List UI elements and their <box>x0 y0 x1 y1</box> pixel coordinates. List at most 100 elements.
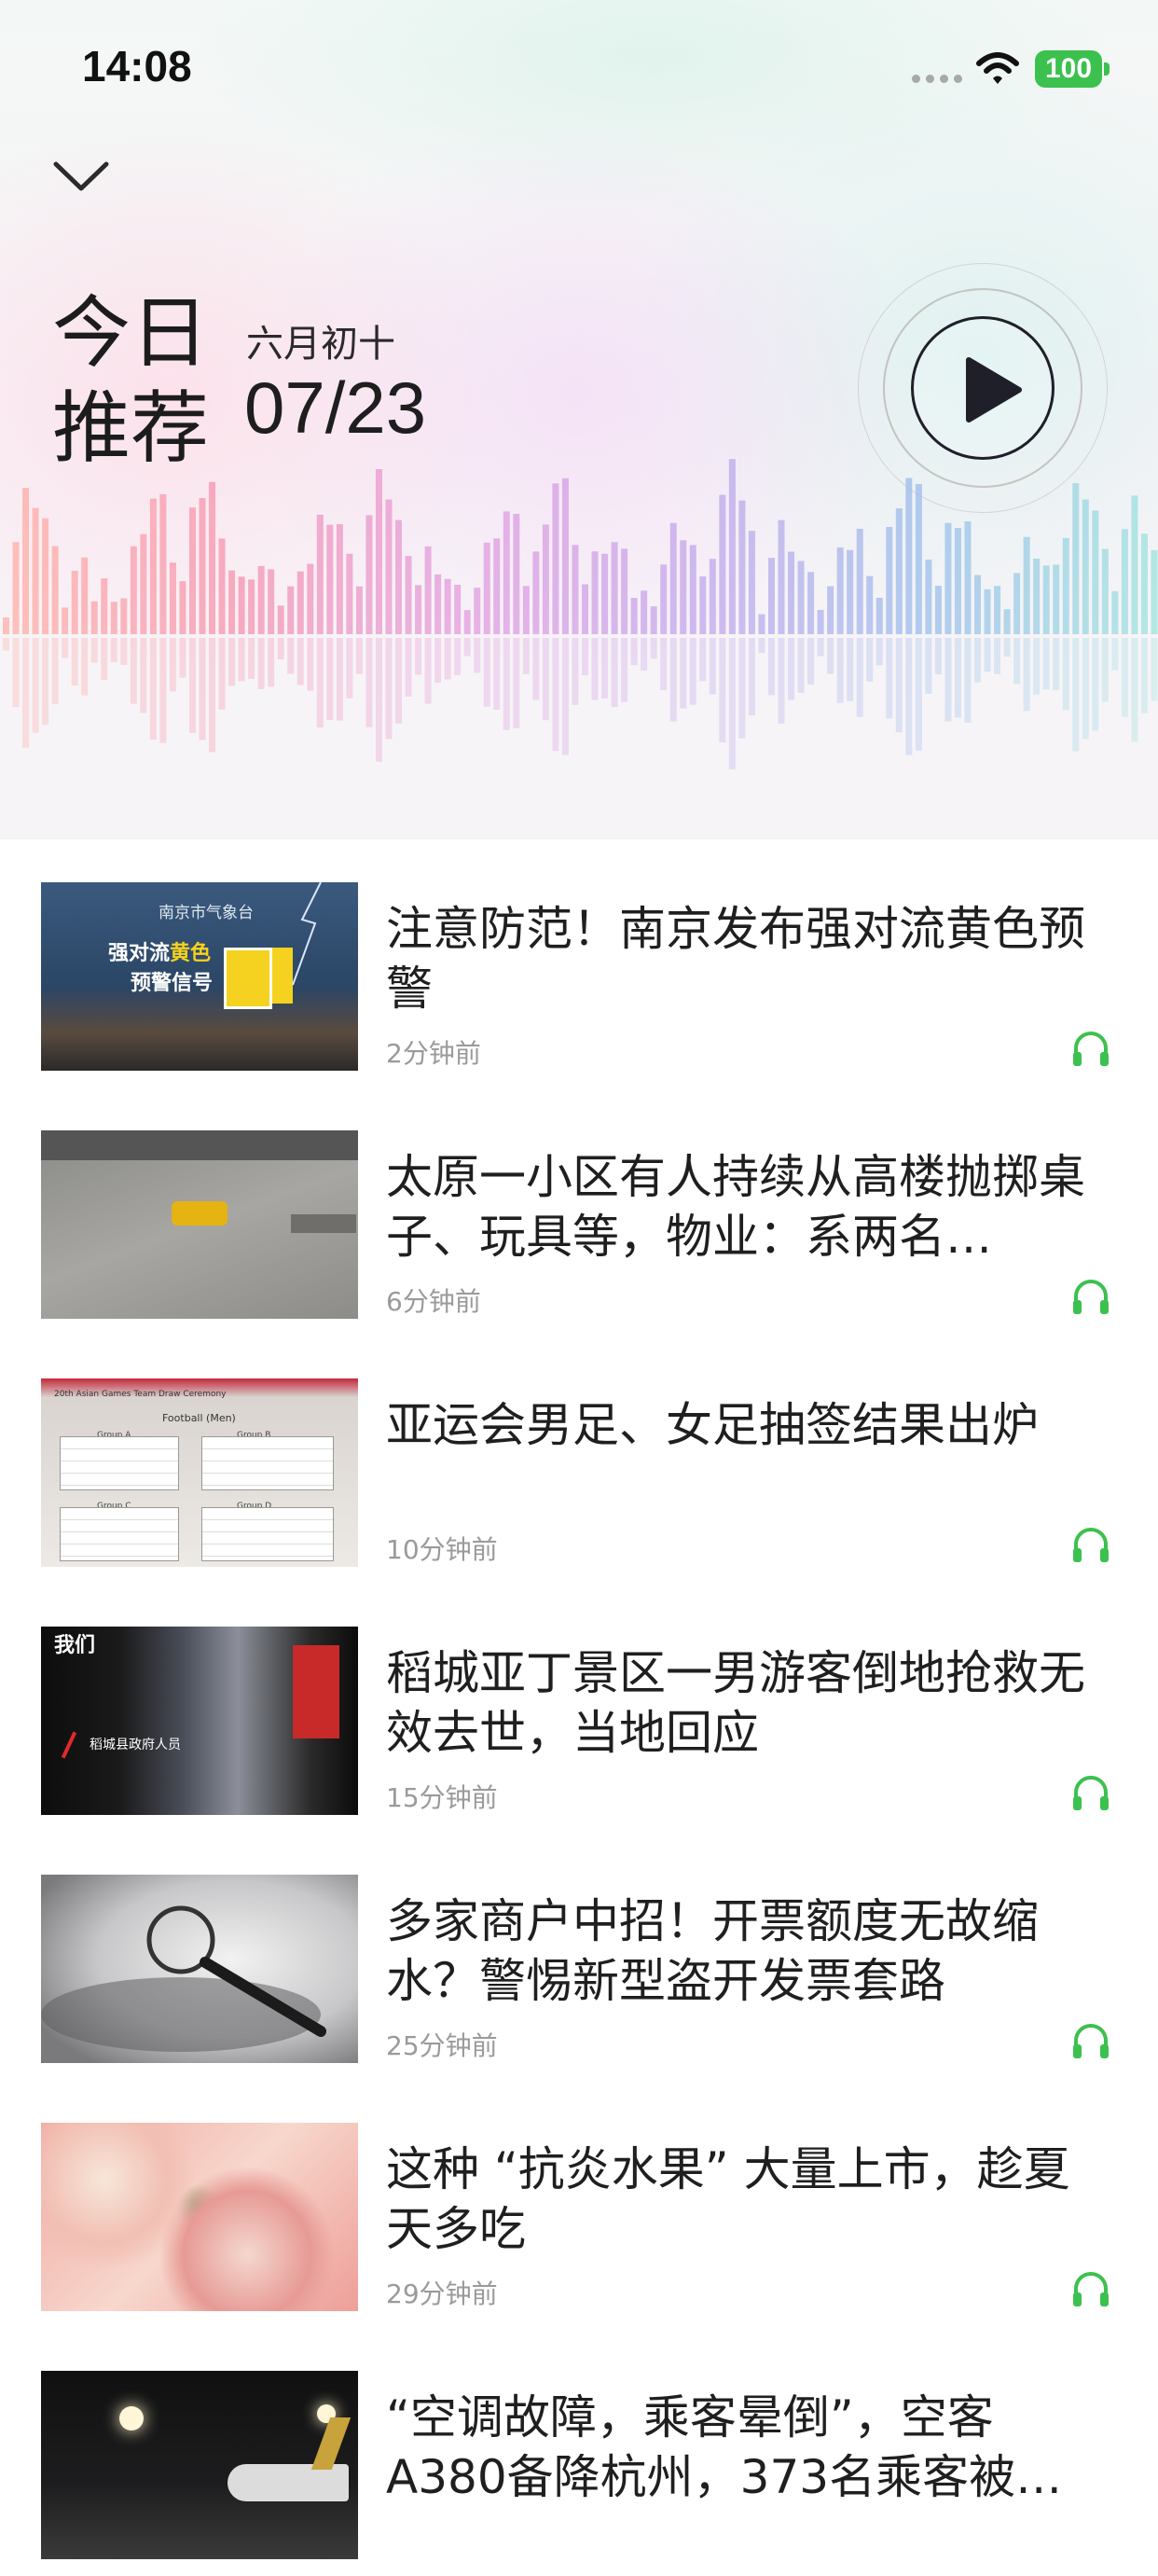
news-item[interactable]: “空调故障，乘客晕倒”，空客A380备降杭州，373名乘客被… <box>0 2328 1158 2576</box>
wave-bar-reflection <box>954 638 961 718</box>
wave-bar <box>807 572 815 634</box>
wave-bar-reflection <box>287 638 295 674</box>
wave-bar-reflection <box>3 638 9 651</box>
wave-bar-reflection <box>493 638 501 710</box>
wave-bar <box>199 498 206 634</box>
wave-bar-reflection <box>218 638 226 710</box>
wave-bar <box>159 493 167 634</box>
wave-bar-reflection <box>767 638 775 696</box>
wave-bar <box>149 498 157 634</box>
wave-bar-reflection <box>110 638 117 663</box>
wave-bar-reflection <box>1140 638 1148 713</box>
wave-bar <box>257 565 265 634</box>
wave-bar-reflection <box>375 638 382 762</box>
wave-bar-reflection <box>719 638 726 743</box>
wave-bar <box>179 581 186 634</box>
wave-bar-reflection <box>847 638 854 701</box>
news-item[interactable]: 我们 稻城县政府人员 稻城亚丁景区一男游客倒地抢救无效去世，当地回应 15分钟前 <box>0 1584 1158 1832</box>
wave-bar-reflection <box>994 638 1001 674</box>
news-thumbnail: 我们 稻城县政府人员 <box>41 1627 358 1815</box>
wave-bar <box>522 586 530 634</box>
wave-bar-reflection <box>807 638 815 686</box>
wave-bar <box>1131 495 1138 634</box>
wave-bar-reflection <box>415 638 422 675</box>
headphones-icon[interactable] <box>1070 2268 1111 2309</box>
wave-bar <box>277 605 284 634</box>
wave-bar <box>561 478 569 634</box>
wave-bar <box>915 483 922 634</box>
wave-bar-reflection <box>296 638 304 686</box>
wave-bar <box>375 469 382 634</box>
news-thumbnail <box>41 2123 358 2311</box>
wave-bar-reflection <box>905 638 913 755</box>
news-time: 29分钟前 <box>386 2278 498 2309</box>
headphones-icon[interactable] <box>1070 1524 1111 1565</box>
wave-bar-reflection <box>944 638 952 722</box>
wave-bar-reflection <box>130 638 137 704</box>
wave-bar-reflection <box>925 638 932 694</box>
wave-bar-reflection <box>1053 638 1060 690</box>
headphones-icon[interactable] <box>1070 1772 1111 1813</box>
wave-bar-reflection <box>630 638 638 666</box>
wave-bar-reflection <box>336 638 343 721</box>
wave-bar-reflection <box>1111 638 1119 671</box>
headphones-icon[interactable] <box>1070 1276 1111 1317</box>
wave-bar <box>582 584 588 634</box>
wave-bar-reflection <box>51 638 59 704</box>
wave-bar-reflection <box>454 638 462 675</box>
wave-bar-reflection <box>984 638 991 672</box>
headphones-icon[interactable] <box>1070 1028 1111 1069</box>
wave-bar <box>90 601 98 634</box>
wave-bar-reflection <box>621 638 628 702</box>
wave-bar-reflection <box>689 638 696 705</box>
chevron-down-icon[interactable] <box>50 157 112 200</box>
wave-bar <box>228 570 236 634</box>
news-item[interactable]: 南京市气象台 强对流黄色 预警信号 注意防范！南京发布强对流黄色预警 2分钟前 <box>0 839 1158 1087</box>
wave-bar <box>503 511 510 634</box>
wave-bar-reflection <box>1003 638 1011 658</box>
wave-bar-reflection <box>120 638 128 665</box>
wave-bar-reflection <box>827 638 834 674</box>
wave-bar <box>925 560 932 634</box>
wave-bar-reflection <box>248 638 255 679</box>
wave-bar <box>307 563 314 634</box>
wave-bar-reflection <box>669 638 677 722</box>
wave-bar <box>532 551 540 634</box>
wave-bar-reflection <box>257 638 265 689</box>
lightning-icon <box>292 882 322 986</box>
wave-bar-reflection <box>748 638 755 716</box>
wave-bar <box>552 483 559 634</box>
news-item[interactable]: 这种 “抗炎水果” 大量上市，趁夏天多吃 29分钟前 <box>0 2080 1158 2328</box>
wave-bar <box>365 515 373 634</box>
wave-bar <box>1151 549 1158 634</box>
airplane <box>227 2464 349 2501</box>
wave-bar-reflection <box>934 638 942 674</box>
wave-bar <box>316 514 324 634</box>
wave-bar-reflection <box>552 638 559 752</box>
wave-bar-reflection <box>1101 638 1109 702</box>
wave-bar-reflection <box>699 638 707 682</box>
wave-bar <box>974 575 982 634</box>
battery-level: 100 <box>1035 50 1102 88</box>
wave-bar-reflection <box>513 638 520 728</box>
wave-bar-reflection <box>886 638 893 719</box>
wave-bar-reflection <box>140 638 147 713</box>
wave-bar <box>355 586 363 634</box>
wave-bar <box>71 570 78 634</box>
news-item[interactable]: 多家商户中招！开票额度无故缩水？警惕新型盗开发票套路 25分钟前 <box>0 1832 1158 2080</box>
wave-bar-reflection <box>1023 638 1030 712</box>
news-title: 亚运会男足、女足抽签结果出炉 <box>386 1398 1039 1452</box>
wave-bar-reflection <box>964 638 972 723</box>
wave-bar <box>188 507 196 634</box>
headphones-icon[interactable] <box>1070 2020 1111 2061</box>
wave-bar <box>856 528 863 634</box>
wave-bar-reflection <box>797 638 805 693</box>
wave-bar-reflection <box>1121 638 1128 717</box>
news-item[interactable]: 20th Asian Games Team Draw Ceremony Foot… <box>0 1336 1158 1584</box>
news-title: 多家商户中招！开票额度无故缩水？警惕新型盗开发票套路 <box>386 1894 1039 2008</box>
news-item[interactable]: 太原一小区有人持续从高楼抛掷桌子、玩具等，物业：系两名… 6分钟前 <box>0 1087 1158 1336</box>
wave-bar-reflection <box>188 638 196 733</box>
wave-bar-reflection <box>1131 638 1138 742</box>
wave-bar <box>3 617 9 634</box>
wave-bar <box>680 540 687 634</box>
